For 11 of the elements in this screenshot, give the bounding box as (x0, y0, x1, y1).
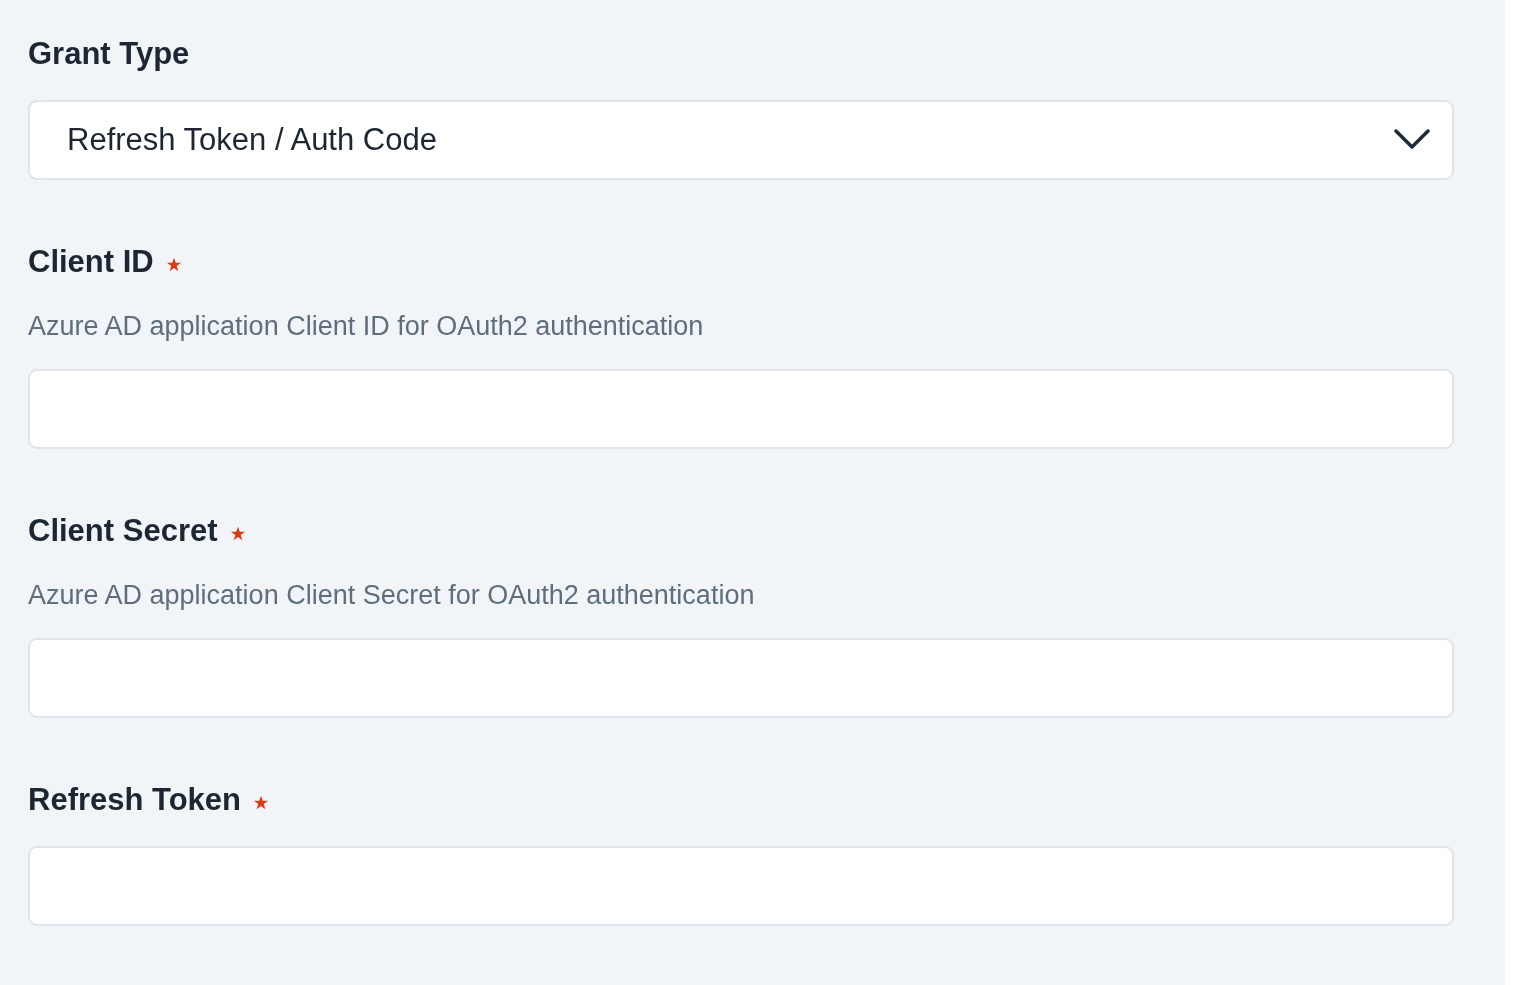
input-field[interactable] (28, 846, 1454, 926)
field-label: Client ID (28, 244, 154, 280)
input-field[interactable] (28, 638, 1454, 718)
field-label: Grant Type (28, 36, 190, 72)
field-description: Azure AD application Client Secret for OAuth2 authentication (28, 579, 756, 612)
field-description: Azure AD application Client ID for OAuth2 authentication (28, 310, 705, 343)
chevron-down-icon (1394, 129, 1430, 151)
dropdown-field[interactable]: Refresh Token / Auth Code (28, 100, 1454, 180)
input-field[interactable] (28, 369, 1454, 449)
field-label: Client Secret (28, 513, 218, 549)
field-label: Refresh Token (28, 782, 242, 818)
